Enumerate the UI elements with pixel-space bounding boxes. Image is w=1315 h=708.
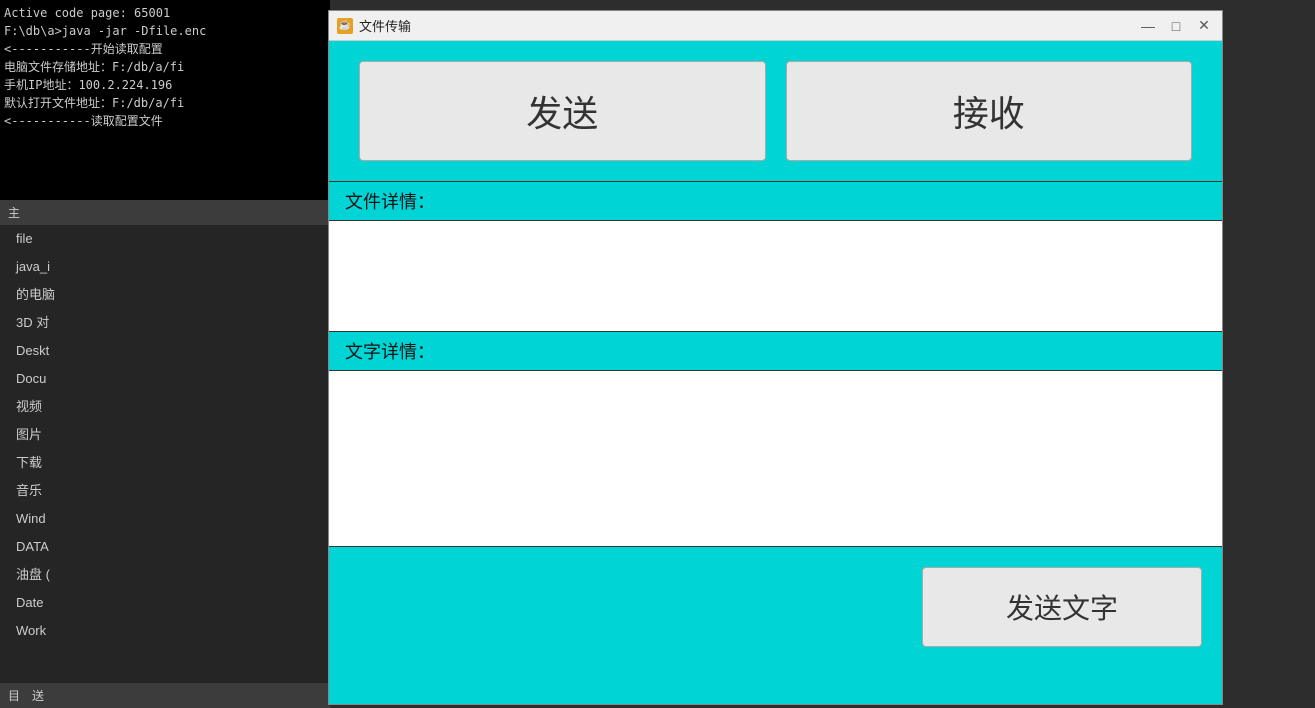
window-content: 发送 接收 文件详情： 文字详情： 发送文字 bbox=[329, 41, 1222, 704]
file-item-data[interactable]: DATA bbox=[0, 533, 330, 561]
file-item-documents[interactable]: Docu bbox=[0, 365, 330, 393]
titlebar-controls: — □ ✕ bbox=[1138, 16, 1214, 36]
send-button[interactable]: 发送 bbox=[359, 61, 766, 161]
file-explorer-header: 主 bbox=[0, 200, 330, 225]
file-item-computer[interactable]: 的电脑 bbox=[0, 281, 330, 309]
send-text-button[interactable]: 发送文字 bbox=[922, 567, 1202, 647]
window-title: 文件传输 bbox=[359, 16, 1138, 35]
minimize-button[interactable]: — bbox=[1138, 16, 1158, 36]
bottom-tab-1[interactable]: 目 bbox=[8, 687, 20, 704]
window-titlebar: ☕ 文件传输 — □ ✕ bbox=[329, 11, 1222, 41]
file-item-date[interactable]: Date bbox=[0, 589, 330, 617]
bottom-area: 发送文字 bbox=[329, 547, 1222, 704]
terminal-line-2: F:\db\a>java -jar -Dfile.enc bbox=[4, 22, 326, 40]
file-item-desktop[interactable]: Deskt bbox=[0, 337, 330, 365]
text-details-area bbox=[329, 371, 1222, 546]
action-buttons-row: 发送 接收 bbox=[329, 41, 1222, 181]
file-transfer-window: ☕ 文件传输 — □ ✕ 发送 接收 文件详情： 文字详情： 发送文字 bbox=[328, 10, 1223, 705]
bottom-tab-2[interactable]: 送 bbox=[32, 687, 44, 704]
terminal-line-6: 默认打开文件地址：F:/db/a/fi bbox=[4, 94, 326, 112]
explorer-bottom-bar: 目 送 bbox=[0, 683, 330, 708]
file-item-video[interactable]: 视频 bbox=[0, 393, 330, 421]
terminal-line-4: 电脑文件存储地址：F:/db/a/fi bbox=[4, 58, 326, 76]
terminal-line-1: Active code page: 65001 bbox=[4, 4, 326, 22]
receive-button[interactable]: 接收 bbox=[786, 61, 1193, 161]
terminal-line-3: <-----------开始读取配置 bbox=[4, 40, 326, 58]
terminal-area: Active code page: 65001 F:\db\a>java -ja… bbox=[0, 0, 330, 200]
window-icon: ☕ bbox=[337, 18, 353, 34]
close-button[interactable]: ✕ bbox=[1194, 16, 1214, 36]
maximize-button[interactable]: □ bbox=[1166, 16, 1186, 36]
file-item-windows[interactable]: Wind bbox=[0, 505, 330, 533]
terminal-line-7: <-----------读取配置文件 bbox=[4, 112, 326, 130]
file-item-3d[interactable]: 3D 对 bbox=[0, 309, 330, 337]
file-details-label: 文件详情： bbox=[329, 182, 1222, 220]
file-explorer: 主 file java_i 的电脑 3D 对 Deskt Docu 视频 图片 … bbox=[0, 200, 330, 708]
file-item-downloads[interactable]: 下载 bbox=[0, 449, 330, 477]
explorer-header-label: 主 bbox=[8, 204, 20, 221]
text-details-label: 文字详情： bbox=[329, 332, 1222, 370]
file-item-java[interactable]: java_i bbox=[0, 253, 330, 281]
file-item-file[interactable]: file bbox=[0, 225, 330, 253]
file-item-disk[interactable]: 油盘 ( bbox=[0, 561, 330, 589]
file-item-work[interactable]: Work bbox=[0, 617, 330, 645]
left-panel: Active code page: 65001 F:\db\a>java -ja… bbox=[0, 0, 330, 708]
file-item-music[interactable]: 音乐 bbox=[0, 477, 330, 505]
file-details-area bbox=[329, 221, 1222, 331]
terminal-line-5: 手机IP地址：100.2.224.196 bbox=[4, 76, 326, 94]
file-item-pictures[interactable]: 图片 bbox=[0, 421, 330, 449]
